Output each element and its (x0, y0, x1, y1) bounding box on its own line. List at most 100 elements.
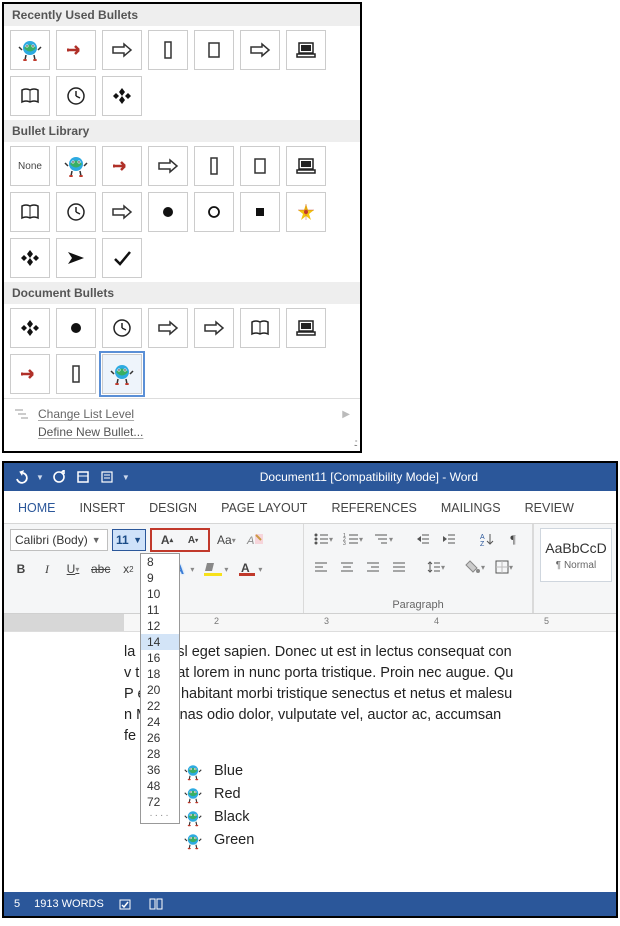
bullet-option-star-color[interactable] (286, 192, 326, 232)
bullets-button[interactable]: ▾ (310, 528, 336, 550)
font-size-option[interactable]: 8 (141, 554, 179, 570)
italic-button[interactable]: I (36, 558, 58, 580)
font-size-option[interactable]: 24 (141, 714, 179, 730)
font-size-option[interactable]: 28 (141, 746, 179, 762)
bullet-option-laptop[interactable] (286, 308, 326, 348)
font-size-option[interactable]: 26 (141, 730, 179, 746)
bullet-option-globe[interactable] (102, 354, 142, 394)
strikethrough-button[interactable]: abc (88, 558, 113, 580)
font-size-option[interactable]: 10 (141, 586, 179, 602)
bullet-option-diamonds4[interactable] (10, 238, 50, 278)
bullet-option-arrow-outline[interactable] (102, 30, 142, 70)
bullet-option-rect-wide[interactable] (240, 146, 280, 186)
font-name-combo[interactable]: Calibri (Body) ▼ (10, 529, 108, 551)
bullet-option-book[interactable] (10, 192, 50, 232)
decrease-indent-button[interactable] (412, 528, 434, 550)
multilevel-list-button[interactable]: ▾ (370, 528, 396, 550)
tab-references[interactable]: REFERENCES (329, 497, 418, 523)
resize-grip-icon[interactable]: .:: (354, 438, 356, 449)
justify-button[interactable] (388, 556, 410, 578)
align-left-button[interactable] (310, 556, 332, 578)
change-case-button[interactable]: Aa▾ (214, 529, 239, 551)
font-size-option[interactable]: 22 (141, 698, 179, 714)
bullet-option-laptop[interactable] (286, 146, 326, 186)
bullet-option-disc[interactable] (148, 192, 188, 232)
shrink-font-button[interactable]: A▾ (182, 529, 204, 551)
bullet-option-book[interactable] (240, 308, 280, 348)
align-center-button[interactable] (336, 556, 358, 578)
font-size-option[interactable]: 9 (141, 570, 179, 586)
tab-mailings[interactable]: MAILINGS (439, 497, 503, 523)
status-word-count[interactable]: 1913 WORDS (34, 898, 104, 910)
bullet-option-arrow-red[interactable] (102, 146, 142, 186)
font-size-option[interactable]: 36 (141, 762, 179, 778)
tab-page-layout[interactable]: PAGE LAYOUT (219, 497, 309, 523)
font-size-option[interactable]: 20 (141, 682, 179, 698)
bullet-option-check[interactable] (102, 238, 142, 278)
define-new-bullet-row[interactable]: Define New Bullet... (10, 423, 354, 441)
sort-button[interactable]: AZ (476, 528, 498, 550)
font-size-option[interactable]: 14 (141, 634, 179, 650)
horizontal-ruler[interactable]: 2 3 4 5 (4, 614, 616, 632)
font-size-dropdown[interactable]: 891011121416182022242628364872···· (140, 553, 180, 824)
highlight-button[interactable]: ▾ (201, 558, 231, 580)
bullet-option-clock[interactable] (102, 308, 142, 348)
bullet-option-book[interactable] (10, 76, 50, 116)
bullet-option-arrow-red[interactable] (56, 30, 96, 70)
define-new-bullet-link[interactable]: Define New Bullet... (38, 425, 143, 439)
font-size-option[interactable]: 48 (141, 778, 179, 794)
font-size-option[interactable]: 18 (141, 666, 179, 682)
style-normal[interactable]: AaBbCcD ¶ Normal (540, 528, 612, 582)
bullet-option-arrow-outline[interactable] (240, 30, 280, 70)
bold-button[interactable]: B (10, 558, 32, 580)
bullet-option-arrow-outline[interactable] (194, 308, 234, 348)
grow-font-button[interactable]: A▴ (156, 529, 178, 551)
qat-icon-2[interactable] (98, 468, 116, 486)
status-icon[interactable] (148, 896, 164, 912)
font-color-button[interactable]: A▾ (235, 558, 265, 580)
align-right-button[interactable] (362, 556, 384, 578)
undo-split-icon[interactable]: ▼ (36, 473, 44, 482)
bullet-option-globe[interactable] (56, 146, 96, 186)
bullet-option-arrow-outline[interactable] (148, 146, 188, 186)
font-size-option[interactable]: 11 (141, 602, 179, 618)
font-size-option[interactable]: 12 (141, 618, 179, 634)
bullet-option-clock[interactable] (56, 76, 96, 116)
bullet-option-square-small[interactable] (240, 192, 280, 232)
bullet-option-diamonds4[interactable] (102, 76, 142, 116)
bullet-option-none[interactable]: None (10, 146, 50, 186)
bullet-option-circle[interactable] (194, 192, 234, 232)
bullet-option-arrowhead[interactable] (56, 238, 96, 278)
increase-indent-button[interactable] (438, 528, 460, 550)
tab-design[interactable]: DESIGN (147, 497, 199, 523)
tab-insert[interactable]: INSERT (78, 497, 128, 523)
tab-review[interactable]: REVIEW (523, 497, 576, 523)
numbering-button[interactable]: 123▾ (340, 528, 366, 550)
show-marks-button[interactable]: ¶ (502, 528, 524, 550)
clear-formatting-button[interactable]: A (243, 529, 267, 551)
shading-button[interactable]: ▾ (462, 556, 488, 578)
font-size-combo[interactable]: 11 ▼ (112, 529, 146, 551)
font-size-option[interactable]: 72 (141, 794, 179, 810)
bullet-option-arrow-outline[interactable] (148, 308, 188, 348)
bullet-option-rect-wide[interactable] (194, 30, 234, 70)
bullet-option-laptop[interactable] (286, 30, 326, 70)
undo-button[interactable] (12, 468, 30, 486)
qat-customize-icon[interactable]: ▼ (122, 473, 130, 482)
bullet-option-diamonds4[interactable] (10, 308, 50, 348)
subscript-button[interactable]: x2 (117, 558, 139, 580)
bullet-option-rect-tall[interactable] (194, 146, 234, 186)
bullet-option-rect-tall[interactable] (56, 354, 96, 394)
underline-button[interactable]: U▾ (62, 558, 84, 580)
document-area[interactable]: la ulla nisl eget sapien. Donec ut est i… (4, 632, 616, 892)
qat-icon-1[interactable] (74, 468, 92, 486)
spellcheck-icon[interactable] (118, 896, 134, 912)
borders-button[interactable]: ▾ (492, 556, 516, 578)
font-size-option[interactable]: 16 (141, 650, 179, 666)
redo-button[interactable] (50, 468, 68, 486)
bullet-option-globe[interactable] (10, 30, 50, 70)
bullet-option-arrow-outline[interactable] (102, 192, 142, 232)
tab-home[interactable]: HOME (16, 497, 58, 523)
bullet-option-disc[interactable] (56, 308, 96, 348)
bullet-option-rect-tall[interactable] (148, 30, 188, 70)
